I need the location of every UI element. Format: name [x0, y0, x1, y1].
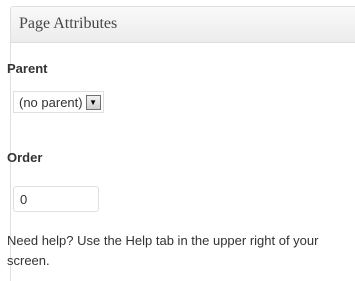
order-input[interactable] — [13, 186, 99, 212]
help-text: Need help? Use the Help tab in the upper… — [7, 233, 319, 268]
panel-header[interactable]: Page Attributes — [11, 7, 355, 43]
order-label: Order — [7, 150, 43, 165]
panel-title: Page Attributes — [19, 15, 118, 32]
parent-select-value: (no parent) — [19, 94, 83, 110]
parent-select[interactable]: (no parent) ▼ — [13, 91, 104, 113]
parent-label: Parent — [7, 61, 48, 76]
dropdown-arrow-icon[interactable]: ▼ — [85, 94, 101, 110]
